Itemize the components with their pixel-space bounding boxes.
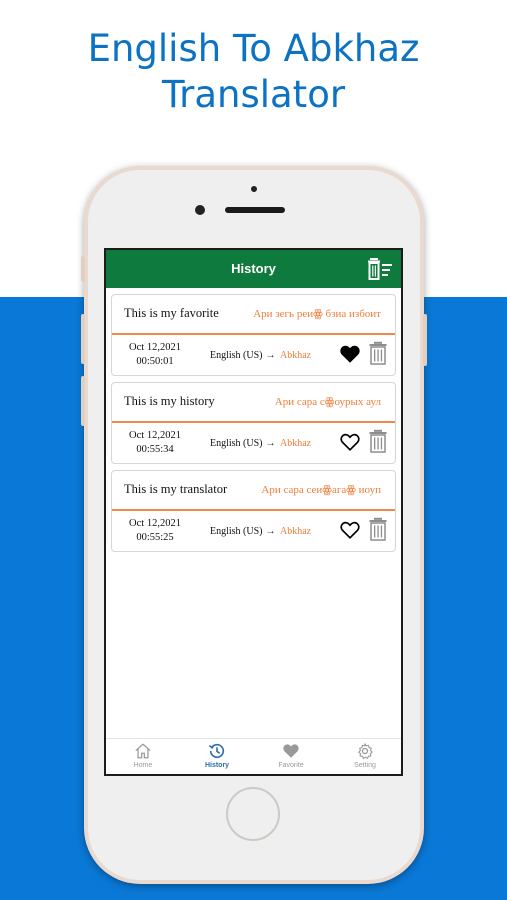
date-text: Oct 12,2021 bbox=[129, 518, 181, 529]
card-divider bbox=[112, 509, 395, 511]
app-header: History bbox=[106, 250, 401, 288]
nav-home[interactable]: Home bbox=[113, 742, 173, 769]
date-text: Oct 12,2021 bbox=[129, 430, 181, 441]
history-card[interactable]: This is my translator Ари сара сеиꙮагаꙮ … bbox=[111, 470, 396, 552]
timestamp: Oct 12,2021 00:50:01 bbox=[122, 341, 188, 369]
time-text: 00:55:34 bbox=[136, 444, 174, 455]
volume-up-button bbox=[81, 314, 85, 364]
nav-label: Favorite bbox=[278, 762, 304, 769]
time-text: 00:50:01 bbox=[136, 356, 174, 367]
trash-icon[interactable] bbox=[369, 341, 387, 365]
arrow-icon: → bbox=[265, 526, 276, 537]
front-camera bbox=[195, 205, 205, 215]
arrow-icon: → bbox=[265, 438, 276, 449]
trash-icon[interactable] bbox=[369, 517, 387, 541]
to-language: Abkhaz bbox=[280, 438, 312, 449]
nav-label: History bbox=[204, 762, 230, 769]
promo-title-line-2: Translator bbox=[161, 73, 346, 116]
card-divider bbox=[112, 421, 395, 423]
history-card[interactable]: This is my favorite Ари зегь реиꙮ бзиа и… bbox=[111, 294, 396, 376]
source-text: This is my translator bbox=[124, 482, 228, 496]
history-card[interactable]: This is my history Ари сара сꙮоурых аул … bbox=[111, 382, 396, 464]
translated-text: Ари зегь реиꙮ бзиа избоит bbox=[253, 308, 381, 320]
arrow-icon: → bbox=[265, 350, 276, 361]
nav-label: Home bbox=[133, 762, 153, 769]
power-button bbox=[423, 314, 427, 366]
trash-icon[interactable] bbox=[369, 429, 387, 453]
language-pair: English (US) → bbox=[210, 526, 279, 537]
app-screen: History This is my favorite Ари зегь реи… bbox=[104, 248, 403, 776]
to-language: Abkhaz bbox=[280, 350, 312, 361]
clear-history-icon[interactable] bbox=[367, 257, 393, 281]
heart-icon bbox=[283, 744, 299, 758]
mute-switch bbox=[81, 256, 85, 282]
volume-down-button bbox=[81, 376, 85, 426]
nav-label: Setting bbox=[354, 762, 376, 769]
language-pair: English (US) → bbox=[210, 438, 279, 449]
from-language: English (US) bbox=[210, 526, 263, 537]
nav-favorite[interactable]: Favorite bbox=[261, 742, 321, 769]
nav-history[interactable]: History bbox=[187, 742, 247, 769]
from-language: English (US) bbox=[210, 350, 263, 361]
home-hardware-button[interactable] bbox=[226, 787, 280, 841]
bottom-navigation: Home History Favorite Setting bbox=[106, 738, 401, 774]
timestamp: Oct 12,2021 00:55:34 bbox=[122, 429, 188, 457]
nav-setting[interactable]: Setting bbox=[335, 742, 395, 769]
to-language: Abkhaz bbox=[280, 526, 312, 537]
home-icon bbox=[135, 743, 151, 759]
earpiece-speaker bbox=[225, 207, 285, 213]
from-language: English (US) bbox=[210, 438, 263, 449]
proximity-sensor bbox=[251, 186, 257, 192]
date-text: Oct 12,2021 bbox=[129, 342, 181, 353]
heart-filled-icon[interactable] bbox=[339, 343, 361, 365]
gear-icon bbox=[358, 743, 373, 760]
translated-text: Ари сара сꙮоурых аул bbox=[274, 396, 381, 408]
heart-outline-icon[interactable] bbox=[339, 431, 361, 453]
promo-title: English To Abkhaz Translator bbox=[0, 26, 507, 118]
card-divider bbox=[112, 333, 395, 335]
heart-outline-icon[interactable] bbox=[339, 519, 361, 541]
timestamp: Oct 12,2021 00:55:25 bbox=[122, 517, 188, 545]
promo-title-line-1: English To Abkhaz bbox=[87, 27, 420, 70]
history-icon bbox=[208, 743, 225, 759]
translated-text: Ари сара сеиꙮагаꙮ иоуп bbox=[261, 484, 381, 496]
source-text: This is my history bbox=[124, 394, 215, 408]
page-title: History bbox=[231, 261, 276, 276]
source-text: This is my favorite bbox=[124, 306, 219, 320]
time-text: 00:55:25 bbox=[136, 532, 174, 543]
language-pair: English (US) → bbox=[210, 350, 279, 361]
